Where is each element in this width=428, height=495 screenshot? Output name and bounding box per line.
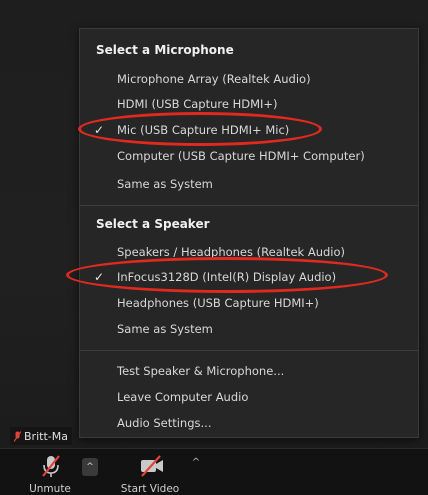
video-off-icon (139, 455, 165, 481)
menu-divider (80, 205, 418, 206)
microphone-section-title: Select a Microphone (96, 43, 234, 57)
leave-computer-audio-item[interactable]: Leave Computer Audio (117, 390, 248, 404)
microphone-muted-icon (13, 431, 22, 442)
check-icon: ✓ (94, 270, 105, 284)
audio-options-caret[interactable]: ^ (82, 458, 98, 476)
zoom-meeting-window: Select a Microphone Microphone Array (Re… (0, 0, 428, 495)
microphone-option-selected[interactable]: Mic (USB Capture HDMI+ Mic) (117, 123, 289, 137)
speaker-option[interactable]: Speakers / Headphones (Realtek Audio) (117, 245, 345, 259)
microphone-option[interactable]: HDMI (USB Capture HDMI+) (117, 97, 278, 111)
audio-options-menu: Select a Microphone Microphone Array (Re… (79, 28, 419, 438)
microphone-muted-icon (40, 454, 62, 482)
video-options-caret[interactable]: ^ (190, 457, 202, 471)
participant-name-tag: Britt-Ma (10, 427, 72, 445)
start-video-button[interactable]: Start Video (118, 449, 182, 495)
participant-name: Britt-Ma (24, 429, 68, 443)
speaker-option[interactable]: Same as System (117, 322, 213, 336)
microphone-option[interactable]: Computer (USB Capture HDMI+ Computer) (117, 149, 365, 163)
microphone-option[interactable]: Same as System (117, 177, 213, 191)
unmute-button[interactable]: Unmute (20, 449, 80, 495)
audio-settings-item[interactable]: Audio Settings... (117, 416, 211, 430)
unmute-label: Unmute (29, 483, 71, 495)
start-video-label: Start Video (120, 483, 180, 495)
caret-up-icon: ^ (86, 462, 94, 472)
speaker-section-title: Select a Speaker (96, 217, 210, 231)
check-icon: ✓ (94, 123, 105, 137)
test-speaker-microphone-item[interactable]: Test Speaker & Microphone... (117, 364, 284, 378)
menu-divider (80, 350, 418, 351)
meeting-toolbar: Unmute ^ Start Video ^ (0, 448, 428, 495)
speaker-option-selected[interactable]: InFocus3128D (Intel(R) Display Audio) (117, 270, 336, 284)
microphone-option[interactable]: Microphone Array (Realtek Audio) (117, 72, 311, 86)
caret-up-icon: ^ (191, 457, 201, 468)
speaker-option[interactable]: Headphones (USB Capture HDMI+) (117, 296, 319, 310)
